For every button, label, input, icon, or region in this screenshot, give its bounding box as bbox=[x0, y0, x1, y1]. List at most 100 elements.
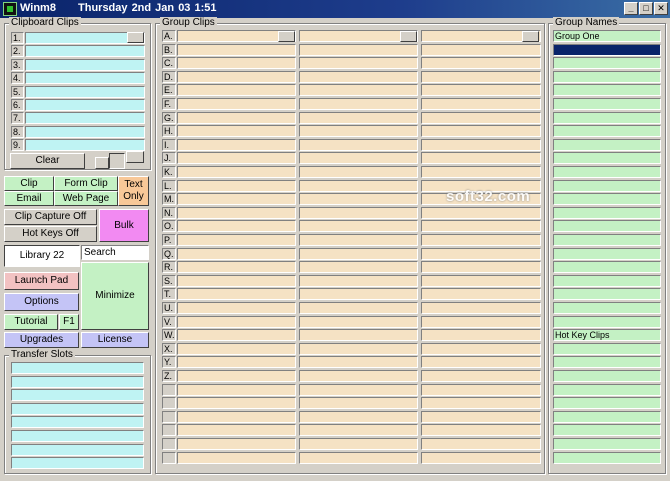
clear-button[interactable]: Clear bbox=[10, 153, 85, 169]
group-clip-slot[interactable] bbox=[299, 247, 418, 260]
group-clip-slot[interactable] bbox=[299, 125, 418, 138]
group-clip-slot[interactable] bbox=[299, 424, 418, 437]
transfer-slot[interactable] bbox=[11, 402, 144, 415]
group-clip-slot[interactable] bbox=[177, 193, 296, 206]
group-name-slot[interactable] bbox=[553, 193, 661, 206]
group-clip-slot[interactable] bbox=[177, 57, 296, 70]
minimize-icon[interactable]: _ bbox=[624, 2, 638, 15]
group-clip-slot[interactable] bbox=[299, 166, 418, 178]
group-clip-slot[interactable] bbox=[177, 206, 296, 219]
group-clip-slot[interactable] bbox=[177, 125, 296, 138]
clipboard-slot[interactable] bbox=[25, 45, 145, 58]
group-clip-slot[interactable] bbox=[299, 179, 418, 192]
minimize-button[interactable]: Minimize bbox=[81, 262, 149, 330]
group-clip-slot[interactable] bbox=[177, 138, 296, 151]
transfer-slot[interactable] bbox=[11, 362, 144, 374]
group-clip-slot[interactable] bbox=[299, 152, 418, 165]
group-clip-slot[interactable] bbox=[177, 397, 296, 410]
group-clip-slot[interactable] bbox=[177, 84, 296, 97]
size-toggle-button[interactable] bbox=[109, 153, 125, 169]
tutorial-button[interactable]: Tutorial bbox=[4, 314, 58, 330]
group-clip-slot[interactable] bbox=[177, 43, 296, 56]
group-clip-slot[interactable] bbox=[421, 288, 541, 301]
group-name-slot[interactable] bbox=[553, 288, 661, 301]
search-input[interactable]: Search bbox=[81, 245, 149, 260]
group-clip-slot[interactable] bbox=[177, 234, 296, 246]
bulk-button[interactable]: Bulk bbox=[99, 209, 149, 242]
maximize-icon[interactable]: □ bbox=[639, 2, 653, 15]
group-clip-slot[interactable] bbox=[421, 410, 541, 423]
text-only-button[interactable]: Text Only bbox=[118, 176, 149, 206]
launch-pad-button[interactable]: Launch Pad bbox=[4, 272, 79, 290]
group-clip-slot[interactable] bbox=[421, 220, 541, 233]
group-clip-slot[interactable] bbox=[299, 410, 418, 423]
group-clip-slot[interactable] bbox=[299, 356, 418, 369]
transfer-slot[interactable] bbox=[11, 443, 144, 456]
group-clip-slot[interactable] bbox=[299, 288, 418, 301]
group-clip-slot[interactable] bbox=[421, 274, 541, 287]
group-clip-slot[interactable] bbox=[421, 166, 541, 178]
group-clip-slot[interactable] bbox=[299, 193, 418, 206]
group-clip-slot[interactable] bbox=[421, 43, 541, 56]
group-clip-slot[interactable] bbox=[299, 98, 418, 110]
group-clip-slot[interactable] bbox=[421, 247, 541, 260]
group-clip-slot[interactable] bbox=[421, 206, 541, 219]
expand-button[interactable] bbox=[126, 151, 144, 163]
group-name-slot[interactable] bbox=[553, 342, 661, 355]
app-icon[interactable] bbox=[3, 2, 17, 16]
group-name-slot[interactable] bbox=[553, 70, 661, 83]
group-clip-slot[interactable] bbox=[177, 370, 296, 382]
group-clip-slot[interactable] bbox=[177, 166, 296, 178]
group-clip-slot[interactable] bbox=[421, 302, 541, 314]
group-name-slot[interactable] bbox=[553, 438, 661, 450]
group-clip-slot[interactable] bbox=[299, 329, 418, 342]
group-clip-slot[interactable] bbox=[421, 152, 541, 165]
group-name-slot[interactable] bbox=[553, 356, 661, 369]
group-clip-slot[interactable] bbox=[421, 383, 541, 396]
group-name-slot[interactable] bbox=[553, 138, 661, 151]
group-clip-slot[interactable] bbox=[421, 138, 541, 151]
f1-help-button[interactable]: F1 bbox=[59, 314, 79, 330]
group-clip-slot[interactable] bbox=[299, 315, 418, 328]
group-clip-slot[interactable] bbox=[299, 43, 418, 56]
group-clip-slot[interactable] bbox=[299, 370, 418, 382]
group-clip-slot[interactable] bbox=[421, 356, 541, 369]
license-button[interactable]: License bbox=[81, 332, 149, 348]
clipboard-slot[interactable] bbox=[25, 125, 145, 138]
group-name-hot-key-clips[interactable]: Hot Key Clips bbox=[553, 329, 661, 342]
group-name-slot[interactable] bbox=[553, 166, 661, 178]
group-clip-slot[interactable] bbox=[421, 424, 541, 437]
group-clip-slot[interactable] bbox=[177, 424, 296, 437]
clipboard-slot[interactable] bbox=[25, 72, 145, 85]
small-toggle-button[interactable] bbox=[95, 157, 109, 169]
group-clip-slot[interactable] bbox=[299, 220, 418, 233]
group-name-group-one[interactable]: Group One bbox=[553, 30, 661, 42]
group-clip-slot[interactable] bbox=[421, 451, 541, 464]
group-clip-slot[interactable] bbox=[299, 234, 418, 246]
clipboard-scroll-thumb[interactable] bbox=[127, 32, 144, 43]
group-clip-slot[interactable] bbox=[177, 261, 296, 274]
group-clip-slot[interactable] bbox=[177, 356, 296, 369]
email-button[interactable]: Email bbox=[4, 191, 54, 206]
group-name-slot[interactable] bbox=[553, 98, 661, 110]
group-clip-slot[interactable] bbox=[299, 70, 418, 83]
group-name-slot[interactable] bbox=[553, 247, 661, 260]
group-clip-slot[interactable] bbox=[177, 220, 296, 233]
group-col1-scroll-thumb[interactable] bbox=[278, 31, 295, 42]
transfer-slot[interactable] bbox=[11, 430, 144, 442]
transfer-slot[interactable] bbox=[11, 416, 144, 429]
clipboard-slot[interactable] bbox=[25, 99, 145, 111]
group-clip-slot[interactable] bbox=[177, 342, 296, 355]
group-clip-slot[interactable] bbox=[177, 247, 296, 260]
group-name-slot[interactable] bbox=[553, 424, 661, 437]
group-clip-slot[interactable] bbox=[299, 451, 418, 464]
group-clip-slot[interactable] bbox=[177, 111, 296, 124]
group-clip-slot[interactable] bbox=[299, 438, 418, 450]
group-name-slot[interactable] bbox=[553, 179, 661, 192]
clip-button[interactable]: Clip bbox=[4, 176, 54, 191]
group-name-slot[interactable] bbox=[553, 302, 661, 314]
group-clip-slot[interactable] bbox=[177, 152, 296, 165]
group-clip-slot[interactable] bbox=[421, 438, 541, 450]
group-name-slot[interactable] bbox=[553, 451, 661, 464]
clipboard-slot[interactable] bbox=[25, 85, 145, 98]
